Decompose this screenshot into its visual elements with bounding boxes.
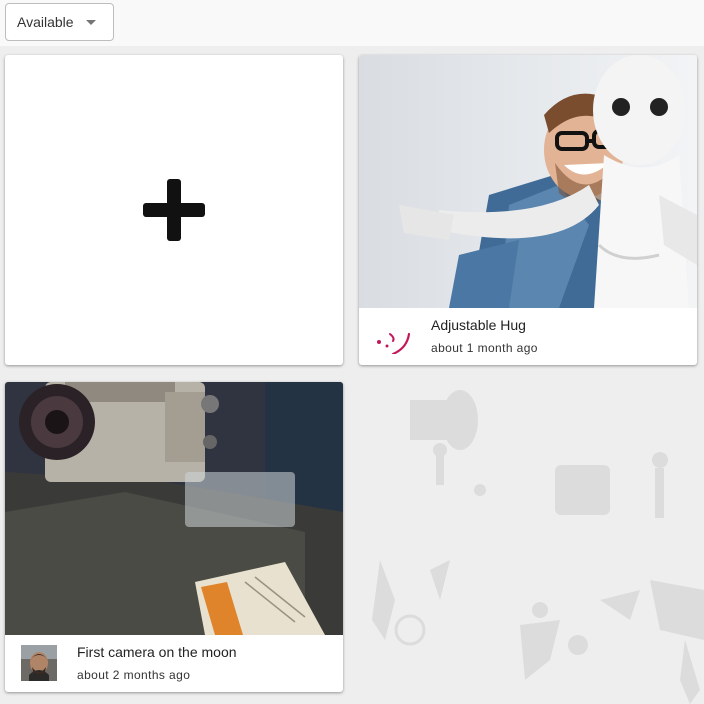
project-thumbnail [5,382,343,635]
project-card-first-camera[interactable]: First camera on the moon about 2 months … [5,382,343,692]
card-timestamp: about 2 months ago [77,668,191,682]
project-card-adjustable-hug[interactable]: Adjustable Hug about 1 month ago [359,55,697,365]
card-footer: First camera on the moon about 2 months … [5,635,343,692]
project-thumbnail [359,55,697,308]
add-project-card[interactable] [5,55,343,365]
user-photo [21,645,57,681]
chevron-down-icon [86,20,96,25]
card-timestamp: about 1 month ago [431,341,538,355]
availability-select-value: Available [17,14,74,30]
card-title: First camera on the moon [77,644,237,660]
card-footer: Adjustable Hug about 1 month ago [359,308,697,365]
plus-icon [143,179,205,241]
card-title: Adjustable Hug [431,317,526,333]
winking-face-icon [375,318,411,354]
availability-select[interactable]: Available [5,3,114,41]
toolbar: Available [0,0,704,46]
